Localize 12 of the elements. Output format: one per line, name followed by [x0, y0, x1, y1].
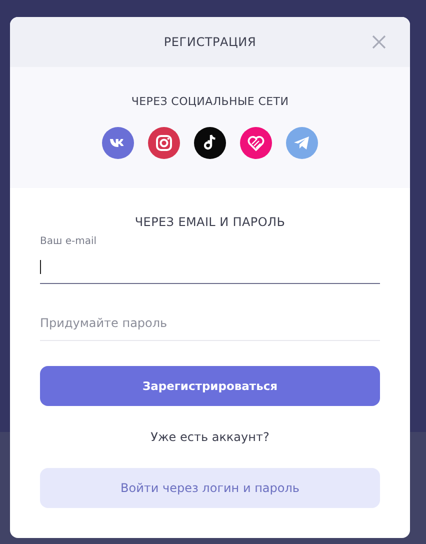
password-field[interactable]: Придумайте пароль: [40, 311, 380, 341]
section-heading: ЧЕРЕЗ EMAIL И ПАРОЛЬ: [134, 215, 286, 229]
dialog-title: РЕГИСТРАЦИЯ: [164, 35, 256, 49]
camera-icon[interactable]: [148, 127, 180, 159]
music-note-icon[interactable]: [194, 127, 226, 159]
vk-icon[interactable]: [102, 127, 134, 159]
section-heading: ЧЕРЕЗ СОЦИАЛЬНЫЕ СЕТИ: [131, 95, 289, 108]
paper-plane-icon[interactable]: [286, 127, 318, 159]
field-label: Ваш e-mail: [40, 236, 97, 247]
login-button[interactable]: Войти через логин и пароль: [40, 468, 380, 508]
account-prompt: Уже есть аккаунт?: [150, 430, 270, 444]
register-button[interactable]: Зарегистрироваться: [40, 366, 380, 406]
